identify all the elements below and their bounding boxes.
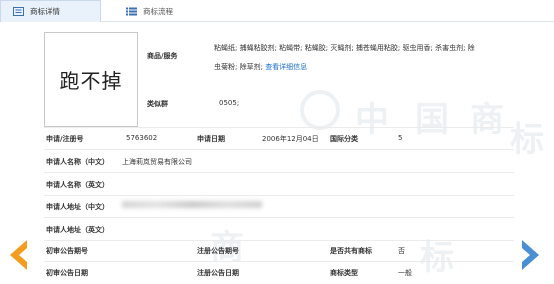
goods-services-label: 商品/服务 <box>147 52 178 60</box>
divider <box>44 217 514 218</box>
watermark-seal <box>300 90 340 130</box>
watermark-glyph: 国 <box>415 100 449 140</box>
trademark-image: 跑不掉 <box>44 32 138 127</box>
similar-group-label: 类似群 <box>147 100 168 108</box>
intl-class-value: 5 <box>398 134 403 142</box>
divider <box>44 240 514 241</box>
tab-trademark-details[interactable]: 商标详情 <box>0 0 101 22</box>
prev-arrow-icon[interactable] <box>10 240 28 270</box>
prelim-date-label: 初审公告日期 <box>46 269 88 277</box>
prelim-no-label: 初审公告期号 <box>46 247 88 255</box>
address-en-label: 申请人地址（英文） <box>46 226 109 234</box>
app-date-label: 申请日期 <box>197 135 225 143</box>
next-arrow-icon[interactable] <box>521 240 539 270</box>
goods-services-value: 粘蝇纸; 捕蝇粘胶剂; 粘蝇带; 粘蝇胶; 灭蝇剂; 捕苍蝇用粘胶; 驱虫用香;… <box>214 39 544 77</box>
divider <box>44 261 514 262</box>
reg-no-label: 申请/注册号 <box>46 135 84 143</box>
similar-group-value: 0505; <box>219 99 240 107</box>
shared-label: 是否共有商标 <box>330 247 372 255</box>
address-cn-value-redacted <box>122 201 262 208</box>
tab-label: 商标流程 <box>143 6 173 16</box>
divider <box>44 195 514 196</box>
divider <box>44 149 514 150</box>
shared-value: 否 <box>398 247 405 255</box>
watermark-glyph: 标 <box>510 120 544 160</box>
tm-type-label: 商标类型 <box>330 269 358 277</box>
reg-pub-date-label: 注册公告日期 <box>197 269 239 277</box>
app-date-value: 2006年12月04日 <box>262 135 319 143</box>
goods-line: 虫菊粉; 除草剂; <box>214 63 263 71</box>
applicant-cn-value: 上海莉岚贸易有限公司 <box>122 158 192 166</box>
divider <box>44 172 514 173</box>
intl-class-label: 国际分类 <box>330 135 358 143</box>
document-list-icon <box>13 7 24 16</box>
divider <box>44 127 514 128</box>
address-cn-label: 申请人地址（中文） <box>46 203 109 211</box>
watermark-glyph: 标 <box>420 238 454 278</box>
watermark-glyph: 商 <box>470 100 504 140</box>
tab-label: 商标详情 <box>30 7 60 16</box>
reg-no-value: 5763602 <box>126 134 158 142</box>
applicant-en-label: 申请人名称（英文） <box>46 181 109 189</box>
reg-pub-no-label: 注册公告期号 <box>197 247 239 255</box>
view-details-link[interactable]: 查看详细信息 <box>265 63 307 71</box>
watermark-glyph: 中 <box>355 100 389 140</box>
flow-list-icon <box>126 7 137 15</box>
tab-bar: 商标详情 商标流程 <box>0 0 554 22</box>
goods-line: 粘蝇纸; 捕蝇粘胶剂; 粘蝇带; 粘蝇胶; 灭蝇剂; 捕苍蝇用粘胶; 驱虫用香;… <box>214 44 475 52</box>
applicant-cn-label: 申请人名称（中文） <box>46 158 109 166</box>
tab-trademark-process[interactable]: 商标流程 <box>121 0 201 22</box>
trademark-image-text: 跑不掉 <box>59 69 123 93</box>
tm-type-value: 一般 <box>398 269 412 277</box>
